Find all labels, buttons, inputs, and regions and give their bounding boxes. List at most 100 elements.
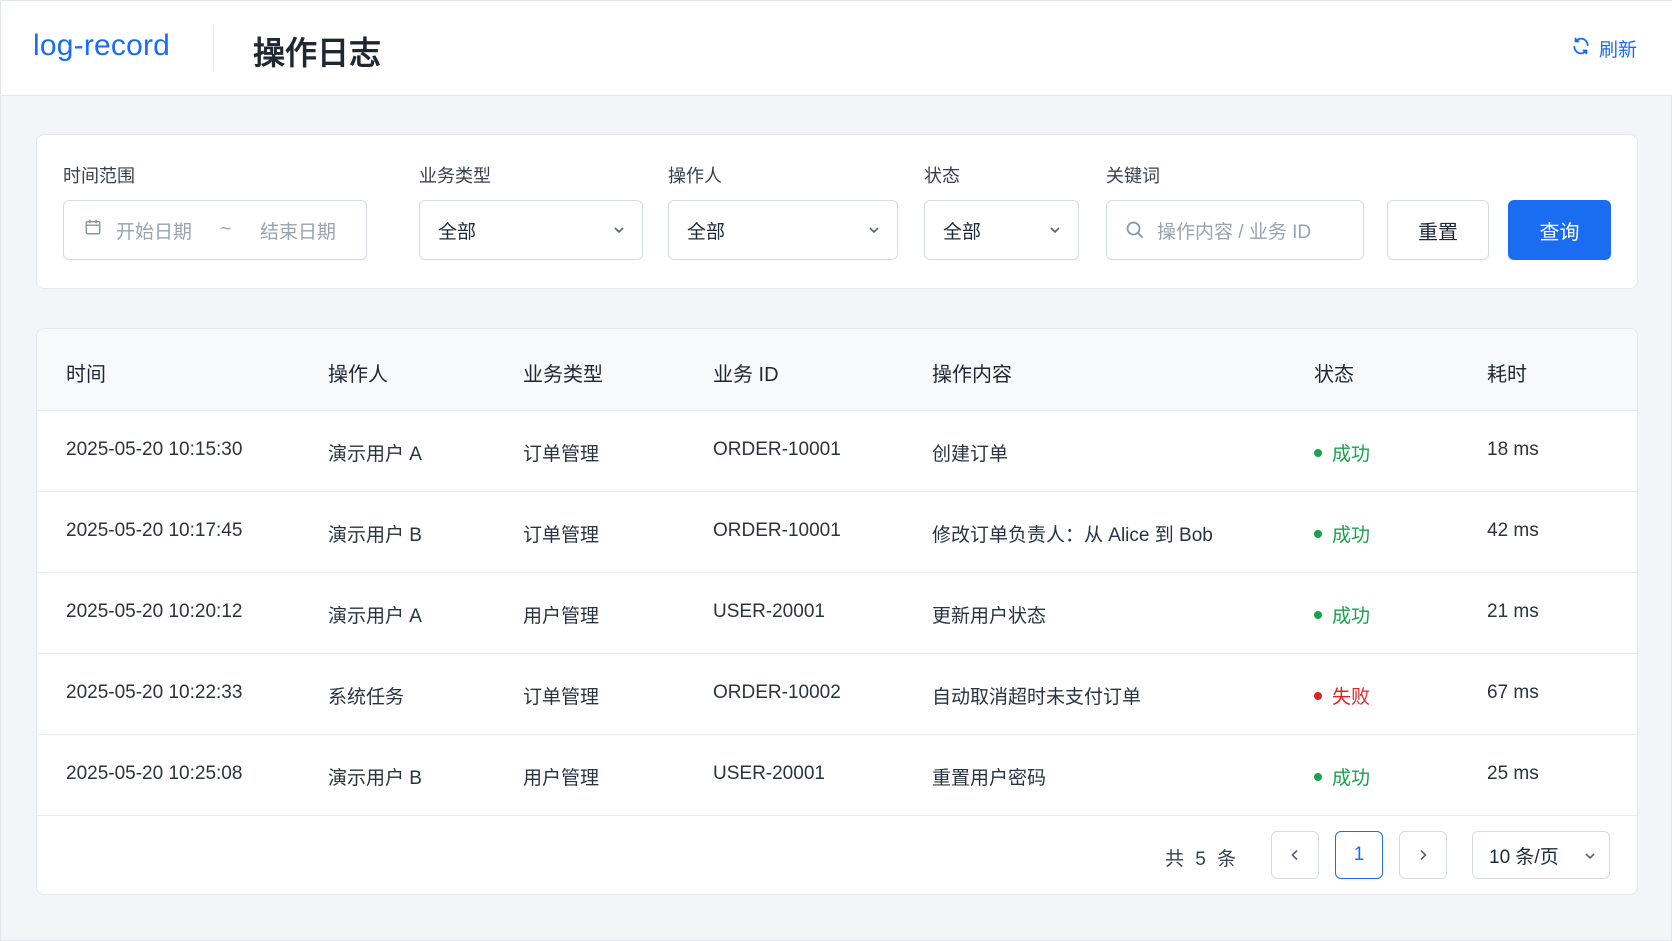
- status-text: 成功: [1332, 444, 1371, 465]
- status-dot: [1314, 448, 1322, 457]
- cell-biz-type: 订单管理: [523, 525, 600, 546]
- page-size-select[interactable]: 10 条/页: [1472, 831, 1610, 879]
- cell-duration: 25 ms: [1487, 763, 1539, 784]
- cell-duration: 21 ms: [1487, 601, 1539, 622]
- cell-operator: 演示用户 B: [328, 768, 422, 789]
- status-badge: 成功: [1314, 520, 1370, 547]
- keyword-search-input[interactable]: 操作内容 / 业务 ID: [1106, 200, 1364, 260]
- keyword-label: 关键词: [1106, 166, 1160, 186]
- keyword-placeholder: 操作内容 / 业务 ID: [1157, 221, 1312, 243]
- status-dot: [1314, 772, 1322, 781]
- brand-logo[interactable]: log-record: [33, 29, 170, 63]
- reset-button[interactable]: 重置: [1387, 200, 1489, 260]
- table-row[interactable]: 2025-05-20 10:25:08 演示用户 B 用户管理 USER-200…: [37, 735, 1637, 816]
- cell-time: 2025-05-20 10:22:33: [66, 682, 243, 703]
- col-content: 操作内容: [932, 364, 1012, 386]
- chevron-left-icon: [1291, 849, 1298, 861]
- cell-biz-type: 订单管理: [523, 444, 600, 465]
- biz-type-select[interactable]: 全部: [419, 200, 643, 260]
- status-select[interactable]: 全部: [924, 200, 1079, 260]
- refresh-icon: [1571, 36, 1591, 62]
- cell-operator: 系统任务: [328, 687, 405, 708]
- cell-biz-type: 用户管理: [523, 768, 600, 789]
- cell-duration: 42 ms: [1487, 520, 1539, 541]
- chevron-down-icon: [614, 227, 624, 234]
- cell-operator: 演示用户 A: [328, 444, 422, 465]
- cell-content: 重置用户密码: [932, 768, 1047, 789]
- table-row[interactable]: 2025-05-20 10:20:12 演示用户 A 用户管理 USER-200…: [37, 573, 1637, 654]
- status-text: 成功: [1332, 768, 1371, 789]
- total-count: 共 5 条: [1165, 849, 1240, 870]
- operator-value: 全部: [687, 221, 726, 243]
- cell-content: 自动取消超时未支付订单: [932, 687, 1142, 708]
- page-number-button[interactable]: 1: [1335, 831, 1383, 879]
- col-duration: 耗时: [1487, 364, 1527, 386]
- chevron-down-icon: [1585, 853, 1595, 860]
- status-text: 失败: [1332, 687, 1371, 708]
- status-badge: 失败: [1314, 682, 1370, 709]
- col-time: 时间: [66, 364, 106, 386]
- biz-type-label: 业务类型: [419, 166, 491, 186]
- refresh-button[interactable]: 刷新: [1571, 35, 1637, 62]
- status-dot: [1314, 529, 1322, 538]
- col-biz-id: 业务 ID: [713, 364, 779, 386]
- table-row[interactable]: 2025-05-20 10:22:33 系统任务 订单管理 ORDER-1000…: [37, 654, 1637, 735]
- status-text: 成功: [1332, 525, 1371, 546]
- cell-biz-id: ORDER-10001: [713, 439, 841, 460]
- operator-select[interactable]: 全部: [668, 200, 898, 260]
- start-date-field[interactable]: 开始日期: [116, 217, 192, 244]
- table-header: 时间 操作人 业务类型 业务 ID 操作内容 状态 耗时: [37, 329, 1637, 411]
- status-text: 成功: [1332, 606, 1371, 627]
- next-page-button[interactable]: [1399, 831, 1447, 879]
- cell-time: 2025-05-20 10:17:45: [66, 520, 243, 541]
- table-row[interactable]: 2025-05-20 10:15:30 演示用户 A 订单管理 ORDER-10…: [37, 411, 1637, 492]
- log-table: 时间 操作人 业务类型 业务 ID 操作内容 状态 耗时 2025-05-20 …: [36, 328, 1638, 895]
- cell-operator: 演示用户 B: [328, 525, 422, 546]
- status-badge: 成功: [1314, 439, 1370, 466]
- header-divider: [213, 25, 214, 71]
- cell-time: 2025-05-20 10:25:08: [66, 763, 243, 784]
- cell-time: 2025-05-20 10:15:30: [66, 439, 243, 460]
- cell-duration: 18 ms: [1487, 439, 1539, 460]
- operator-label: 操作人: [668, 166, 722, 186]
- status-badge: 成功: [1314, 763, 1370, 790]
- page-size-value: 10 条/页: [1489, 846, 1559, 868]
- cell-content: 创建订单: [932, 444, 1009, 465]
- prev-page-button[interactable]: [1271, 831, 1319, 879]
- cell-operator: 演示用户 A: [328, 606, 422, 627]
- calendar-icon: [84, 218, 116, 242]
- cell-content: 更新用户状态: [932, 606, 1047, 627]
- query-button[interactable]: 查询: [1508, 200, 1611, 260]
- col-operator: 操作人: [328, 364, 388, 386]
- status-value: 全部: [943, 221, 982, 243]
- cell-time: 2025-05-20 10:20:12: [66, 601, 243, 622]
- chevron-down-icon: [1050, 227, 1060, 234]
- time-range-label: 时间范围: [63, 166, 135, 186]
- cell-biz-type: 用户管理: [523, 606, 600, 627]
- cell-biz-id: USER-20001: [713, 763, 825, 784]
- top-header: log-record 操作日志 刷新: [1, 1, 1672, 96]
- cell-biz-id: USER-20001: [713, 601, 825, 622]
- cell-content: 修改订单负责人：从 Alice 到 Bob: [932, 525, 1213, 546]
- filter-panel: 时间范围 开始日期 ~ 结束日期 业务类型 全部 操作人 全部 状态 全部 关键…: [36, 134, 1638, 289]
- status-label: 状态: [924, 166, 960, 186]
- search-icon: [1125, 220, 1145, 240]
- page-title: 操作日志: [253, 35, 382, 71]
- table-row[interactable]: 2025-05-20 10:17:45 演示用户 B 订单管理 ORDER-10…: [37, 492, 1637, 573]
- app-frame: log-record 操作日志 刷新 时间范围 开始日期 ~ 结束日期 业务类型…: [0, 0, 1672, 941]
- biz-type-value: 全部: [438, 221, 477, 243]
- refresh-label: 刷新: [1598, 40, 1637, 61]
- status-badge: 成功: [1314, 601, 1370, 628]
- cell-biz-type: 订单管理: [523, 687, 600, 708]
- end-date-field[interactable]: 结束日期: [260, 217, 336, 244]
- date-range-picker[interactable]: 开始日期 ~ 结束日期: [63, 200, 367, 260]
- status-dot: [1314, 691, 1322, 700]
- cell-duration: 67 ms: [1487, 682, 1539, 703]
- date-separator: ~: [220, 219, 232, 240]
- chevron-down-icon: [869, 227, 879, 234]
- cell-biz-id: ORDER-10001: [713, 520, 841, 541]
- col-biz-type: 业务类型: [523, 364, 603, 386]
- col-status: 状态: [1314, 364, 1354, 386]
- cell-biz-id: ORDER-10002: [713, 682, 841, 703]
- chevron-right-icon: [1420, 849, 1427, 861]
